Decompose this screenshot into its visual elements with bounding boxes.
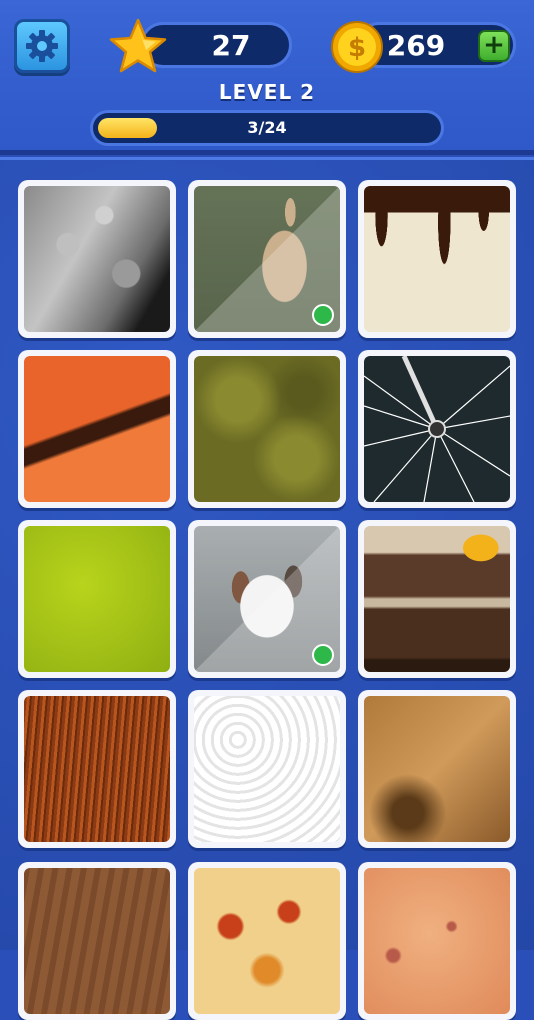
photo-orange-speckled-surface <box>364 868 510 1014</box>
photo-carrot <box>24 356 170 502</box>
puzzle-tile-4[interactable] <box>18 350 176 508</box>
puzzle-tile-2[interactable] <box>188 180 346 338</box>
photo-rice-grains <box>194 696 340 842</box>
settings-button[interactable] <box>14 19 70 73</box>
puzzle-tile-13[interactable] <box>18 862 176 1020</box>
photo-pizza <box>194 868 340 1014</box>
photo-moon-surface <box>24 186 170 332</box>
puzzle-tile-15[interactable] <box>358 862 516 1020</box>
puzzle-tile-6[interactable] <box>358 350 516 508</box>
photo-chocolate-drip <box>364 186 510 332</box>
photo-wood <box>24 868 170 1014</box>
level-progress-bar: 3/24 <box>90 110 444 146</box>
photo-burger-patties <box>364 526 510 672</box>
photo-rabbit <box>194 186 340 332</box>
puzzle-tile-7[interactable] <box>18 520 176 678</box>
puzzle-tile-8[interactable] <box>188 520 346 678</box>
puzzle-tile-5[interactable] <box>188 350 346 508</box>
puzzle-tile-9[interactable] <box>358 520 516 678</box>
coin-icon: $ <box>331 21 383 73</box>
svg-text:$: $ <box>348 33 366 63</box>
progress-text: 3/24 <box>247 118 287 137</box>
add-coins-button[interactable]: + <box>478 30 510 62</box>
check-icon <box>312 644 334 666</box>
puzzle-tile-3[interactable] <box>358 180 516 338</box>
photo-green-felt <box>24 526 170 672</box>
photo-dog <box>194 526 340 672</box>
puzzle-tile-12[interactable] <box>358 690 516 848</box>
spokes-drawing <box>364 356 510 502</box>
photo-lion-fur <box>364 696 510 842</box>
level-title: LEVEL 2 <box>218 80 316 104</box>
photo-red-hair <box>24 696 170 842</box>
star-icon <box>109 18 167 73</box>
photo-bicycle-wheel <box>364 356 510 502</box>
puzzle-tile-10[interactable] <box>18 690 176 848</box>
check-icon <box>312 304 334 326</box>
puzzle-tile-11[interactable] <box>188 690 346 848</box>
puzzle-tile-1[interactable] <box>18 180 176 338</box>
coins-count: 269 <box>386 28 446 62</box>
gear-icon <box>26 30 58 62</box>
photo-moss <box>194 356 340 502</box>
stars-count: 27 <box>211 28 251 62</box>
puzzle-tile-14[interactable] <box>188 862 346 1020</box>
